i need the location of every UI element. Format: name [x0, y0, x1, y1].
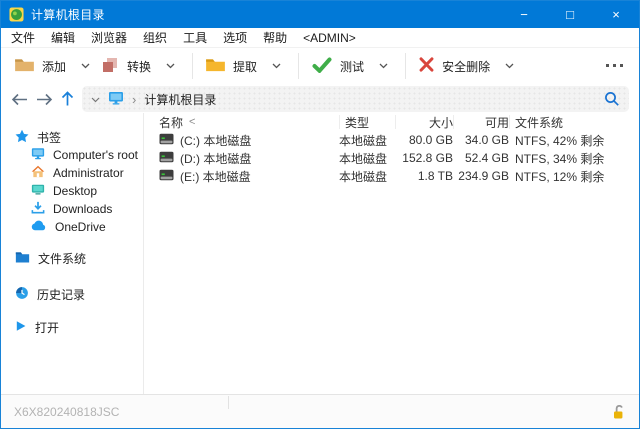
sidebar-item-administrator[interactable]: Administrator — [1, 164, 143, 182]
menu-bar: 文件 编辑 浏览器 组织 工具 选项 帮助 <ADMIN> — [1, 28, 639, 48]
toolbar: 添加 转换 提取 测试 — [1, 48, 639, 84]
column-header-type[interactable]: 类型 — [339, 115, 395, 129]
drive-icon — [159, 151, 174, 166]
toolbar-separator — [405, 53, 406, 79]
title-bar: 计算机根目录 − □ × — [1, 1, 639, 28]
open-play-icon — [15, 320, 27, 335]
drive-icon — [159, 169, 174, 184]
add-button[interactable]: 添加 — [11, 57, 69, 75]
menu-help[interactable]: 帮助 — [255, 29, 295, 46]
extract-button[interactable]: 提取 — [202, 57, 260, 75]
cloud-icon — [31, 220, 47, 234]
sidebar-item-bookmarks[interactable]: 书签 — [1, 128, 143, 146]
sidebar-item-desktop[interactable]: Desktop — [1, 182, 143, 200]
add-folder-icon — [14, 57, 35, 75]
menu-browser[interactable]: 浏览器 — [83, 29, 135, 46]
test-dropdown-chevron-icon[interactable] — [379, 63, 388, 69]
app-icon — [9, 7, 24, 22]
column-header-filesystem[interactable]: 文件系统 — [509, 115, 639, 129]
sidebar-item-computers-root[interactable]: Computer's root — [1, 146, 143, 164]
unlock-icon[interactable] — [611, 404, 626, 420]
download-icon — [31, 201, 45, 217]
star-icon — [15, 129, 29, 146]
toolbar-separator — [298, 53, 299, 79]
sidebar-item-onedrive[interactable]: OneDrive — [1, 218, 143, 236]
window-title: 计算机根目录 — [31, 6, 105, 23]
content-area: 书签 Computer's root Administrator Desktop — [1, 113, 639, 394]
menu-options[interactable]: 选项 — [215, 29, 255, 46]
add-dropdown-chevron-icon[interactable] — [81, 63, 90, 69]
close-button[interactable]: × — [593, 1, 639, 28]
column-header-name[interactable]: 名称 < — [159, 115, 339, 129]
sidebar-item-open[interactable]: 打开 — [1, 318, 143, 336]
file-table: 名称 < 类型 大小 可用 文件系统 (C:) 本地磁盘 本地磁盘 — [159, 113, 639, 185]
sidebar-item-history[interactable]: 历史记录 — [1, 285, 143, 303]
sidebar: 书签 Computer's root Administrator Desktop — [1, 113, 144, 394]
menu-edit[interactable]: 编辑 — [43, 29, 83, 46]
column-header-size[interactable]: 大小 — [395, 115, 453, 129]
history-clock-icon — [15, 286, 29, 303]
forward-icon[interactable] — [36, 93, 53, 106]
computer-icon[interactable] — [108, 91, 124, 108]
status-bar: X6X820240818JSC — [1, 394, 639, 428]
app-window: 计算机根目录 − □ × 文件 编辑 浏览器 组织 工具 选项 帮助 <ADMI… — [0, 0, 640, 429]
desktop-icon — [31, 183, 45, 199]
test-button[interactable]: 测试 — [308, 57, 367, 76]
sidebar-item-downloads[interactable]: Downloads — [1, 200, 143, 218]
home-icon — [31, 165, 45, 181]
more-options-icon[interactable] — [606, 64, 623, 67]
toolbar-separator — [192, 53, 193, 79]
test-check-icon — [311, 57, 333, 76]
extract-folder-icon — [205, 57, 226, 75]
menu-admin[interactable]: <ADMIN> — [295, 31, 364, 45]
breadcrumb-separator: › — [132, 93, 136, 106]
folder-icon — [15, 251, 30, 266]
secure-delete-dropdown-chevron-icon[interactable] — [505, 63, 514, 69]
convert-button[interactable]: 转换 — [98, 57, 154, 76]
convert-dropdown-chevron-icon[interactable] — [166, 63, 175, 69]
monitor-icon — [31, 147, 45, 163]
drive-icon — [159, 133, 174, 148]
search-icon[interactable] — [604, 91, 620, 107]
breadcrumb-path: 计算机根目录 — [144, 91, 216, 108]
table-row-drive-e[interactable]: (E:) 本地磁盘 本地磁盘 1.8 TB 234.9 GB NTFS, 12%… — [159, 167, 639, 185]
window-controls: − □ × — [501, 1, 639, 28]
sidebar-item-filesystem[interactable]: 文件系统 — [1, 249, 143, 267]
address-dropdown-chevron-icon[interactable] — [91, 92, 100, 106]
status-text: X6X820240818JSC — [14, 405, 119, 419]
table-row-drive-c[interactable]: (C:) 本地磁盘 本地磁盘 80.0 GB 34.0 GB NTFS, 42%… — [159, 131, 639, 149]
menu-organize[interactable]: 组织 — [135, 29, 175, 46]
status-bar-divider — [228, 396, 229, 409]
up-icon[interactable] — [61, 91, 74, 107]
table-header-row: 名称 < 类型 大小 可用 文件系统 — [159, 113, 639, 131]
convert-icon — [101, 57, 120, 76]
menu-tools[interactable]: 工具 — [175, 29, 215, 46]
column-header-free[interactable]: 可用 — [453, 115, 509, 129]
sort-indicator: < — [189, 116, 195, 128]
maximize-button[interactable]: □ — [547, 1, 593, 28]
delete-x-icon — [418, 57, 435, 75]
file-list-panel: 名称 < 类型 大小 可用 文件系统 (C:) 本地磁盘 本地磁盘 — [145, 113, 639, 394]
extract-dropdown-chevron-icon[interactable] — [272, 63, 281, 69]
secure-delete-button[interactable]: 安全删除 — [415, 57, 493, 75]
minimize-button[interactable]: − — [501, 1, 547, 28]
menu-file[interactable]: 文件 — [3, 29, 43, 46]
address-field[interactable]: › 计算机根目录 — [82, 86, 629, 112]
back-icon[interactable] — [11, 93, 28, 106]
table-row-drive-d[interactable]: (D:) 本地磁盘 本地磁盘 152.8 GB 52.4 GB NTFS, 34… — [159, 149, 639, 167]
